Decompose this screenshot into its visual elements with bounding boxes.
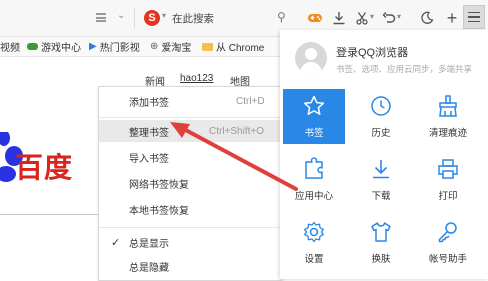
annotation-arrow bbox=[170, 122, 298, 191]
